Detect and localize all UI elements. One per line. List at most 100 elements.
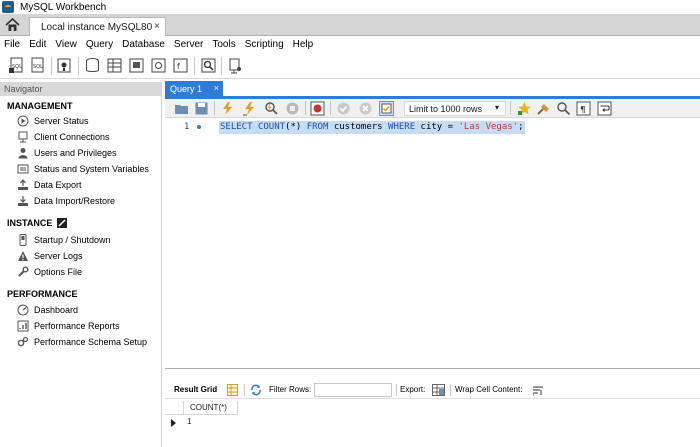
menu-help[interactable]: Help bbox=[289, 39, 318, 50]
chevron-down-icon: ▾ bbox=[494, 103, 499, 112]
line-number: 1 bbox=[184, 122, 190, 132]
sql-keyword-select: SELECT bbox=[220, 122, 253, 132]
stop-on-error-icon[interactable] bbox=[310, 101, 325, 116]
statement-marker-icon bbox=[197, 125, 201, 129]
nav-item-label: Status and System Variables bbox=[34, 164, 149, 174]
toolbar-separator bbox=[51, 57, 52, 75]
word-wrap-icon[interactable] bbox=[597, 101, 612, 116]
performance-section-title: PERFORMANCE bbox=[7, 289, 78, 299]
nav-item-label: Server Logs bbox=[34, 251, 83, 261]
nav-item-label: Performance Schema Setup bbox=[34, 337, 148, 347]
save-icon[interactable] bbox=[194, 101, 209, 116]
result-grid-tab[interactable]: Result Grid bbox=[174, 385, 217, 394]
commit-icon[interactable] bbox=[336, 101, 351, 116]
current-row-marker-icon bbox=[171, 419, 176, 427]
sql-editor[interactable]: 1 SELECT COUNT(*) FROM customers WHERE c… bbox=[165, 119, 700, 367]
rollback-icon[interactable] bbox=[358, 101, 373, 116]
export-icon[interactable] bbox=[432, 384, 445, 396]
wrap-cell-content-icon[interactable]: I bbox=[532, 384, 544, 396]
sql-table-name: customers bbox=[333, 122, 383, 132]
menu-view[interactable]: View bbox=[51, 39, 81, 50]
limit-rows-value: Limit to 1000 rows bbox=[409, 103, 483, 114]
data-import-icon bbox=[18, 196, 28, 206]
connection-tab[interactable]: Local instance MySQL80 × bbox=[29, 17, 166, 36]
nav-item-status-and-system-variables[interactable]: Status and System Variables bbox=[17, 162, 149, 176]
menu-query[interactable]: Query bbox=[82, 39, 117, 50]
nav-item-label: Data Import/Restore bbox=[34, 196, 116, 206]
nav-item-options-file[interactable]: Options File bbox=[17, 265, 82, 279]
nav-item-users-and-privileges[interactable]: Users and Privileges bbox=[17, 146, 117, 160]
editor-toolbar: Limit to 1000 rows ▾ ¶ bbox=[165, 99, 700, 118]
add-snippet-icon[interactable] bbox=[517, 101, 532, 116]
grid-view-icon[interactable] bbox=[227, 384, 238, 396]
create-schema-icon[interactable] bbox=[84, 57, 101, 74]
grid-cell[interactable]: 1 bbox=[187, 417, 191, 426]
menu-server[interactable]: Server bbox=[170, 39, 207, 50]
invisible-characters-icon[interactable]: ¶ bbox=[576, 101, 591, 116]
home-icon[interactable] bbox=[5, 18, 20, 32]
gears-icon bbox=[17, 336, 29, 347]
inspector-icon[interactable] bbox=[56, 57, 73, 74]
create-function-icon[interactable]: f bbox=[172, 57, 189, 74]
nav-item-startup-shutdown[interactable]: Startup / Shutdown bbox=[17, 233, 111, 247]
close-query-tab-icon[interactable]: × bbox=[214, 83, 219, 93]
grid-corner bbox=[165, 401, 184, 415]
nav-item-label: Client Connections bbox=[34, 132, 110, 142]
open-folder-icon[interactable] bbox=[174, 101, 189, 116]
connection-tab-bar: Local instance MySQL80 × bbox=[0, 14, 700, 36]
nav-item-server-status[interactable]: Server Status bbox=[17, 114, 89, 128]
toolbar-separator bbox=[78, 57, 79, 75]
refresh-icon[interactable] bbox=[250, 384, 262, 396]
toolbar-separator bbox=[305, 101, 306, 115]
filter-rows-input[interactable] bbox=[314, 383, 392, 397]
column-header-count[interactable]: COUNT(*) bbox=[185, 401, 238, 415]
query-tab[interactable]: Query 1 × bbox=[165, 81, 223, 96]
connection-tab-label: Local instance MySQL80 bbox=[41, 21, 153, 33]
toolbar-separator bbox=[214, 101, 215, 115]
autocommit-toggle-icon[interactable] bbox=[379, 101, 394, 116]
instance-section-label: INSTANCE bbox=[7, 218, 53, 228]
create-procedure-icon[interactable] bbox=[150, 57, 167, 74]
menu-edit[interactable]: Edit bbox=[25, 39, 50, 50]
menu-scripting[interactable]: Scripting bbox=[241, 39, 288, 50]
editor-splitter[interactable] bbox=[165, 368, 700, 369]
system-variables-icon bbox=[17, 164, 29, 174]
toolbar-separator bbox=[450, 384, 451, 396]
close-connection-tab-icon[interactable]: × bbox=[154, 21, 160, 32]
explain-icon[interactable] bbox=[264, 101, 279, 116]
nav-item-server-logs[interactable]: Server Logs bbox=[17, 249, 83, 263]
search-table-data-icon[interactable] bbox=[200, 57, 217, 74]
create-view-icon[interactable] bbox=[128, 57, 145, 74]
data-export-icon bbox=[18, 179, 28, 190]
stop-icon[interactable] bbox=[285, 101, 300, 116]
nav-item-performance-reports[interactable]: Performance Reports bbox=[17, 319, 120, 333]
menu-database[interactable]: Database bbox=[118, 39, 169, 50]
sql-statement[interactable]: SELECT COUNT(*) FROM customers WHERE cit… bbox=[219, 121, 525, 134]
performance-reports-icon bbox=[17, 320, 29, 332]
table-row[interactable]: 1 bbox=[165, 415, 700, 431]
limit-rows-select[interactable]: Limit to 1000 rows ▾ bbox=[404, 101, 506, 116]
menu-tools[interactable]: Tools bbox=[208, 39, 239, 50]
nav-item-data-export[interactable]: Data Export bbox=[17, 178, 82, 192]
open-sql-script-icon[interactable]: SQL bbox=[29, 57, 46, 74]
beautify-icon[interactable] bbox=[536, 101, 551, 116]
nav-item-label: Data Export bbox=[34, 180, 82, 190]
menu-bar: File Edit View Query Database Server Too… bbox=[0, 37, 700, 52]
nav-item-label: Options File bbox=[34, 267, 83, 277]
main-toolbar: SQL SQL f bbox=[0, 53, 700, 79]
nav-item-client-connections[interactable]: Client Connections bbox=[17, 130, 110, 144]
instance-section-title: INSTANCE bbox=[7, 218, 68, 228]
execute-current-statement-icon[interactable] bbox=[242, 101, 257, 116]
reconnect-icon[interactable] bbox=[227, 57, 244, 74]
nav-item-label: Users and Privileges bbox=[34, 148, 117, 158]
execute-icon[interactable] bbox=[220, 101, 235, 116]
menu-file[interactable]: File bbox=[0, 39, 24, 50]
nav-item-data-import-restore[interactable]: Data Import/Restore bbox=[17, 194, 115, 208]
nav-item-dashboard[interactable]: Dashboard bbox=[17, 303, 78, 317]
nav-item-performance-schema-setup[interactable]: Performance Schema Setup bbox=[17, 335, 147, 349]
find-icon[interactable] bbox=[556, 101, 571, 116]
wrench-icon bbox=[18, 266, 29, 277]
nav-item-label: Performance Reports bbox=[34, 321, 120, 331]
new-sql-tab-icon[interactable]: SQL bbox=[8, 57, 25, 74]
create-table-icon[interactable] bbox=[106, 57, 123, 74]
